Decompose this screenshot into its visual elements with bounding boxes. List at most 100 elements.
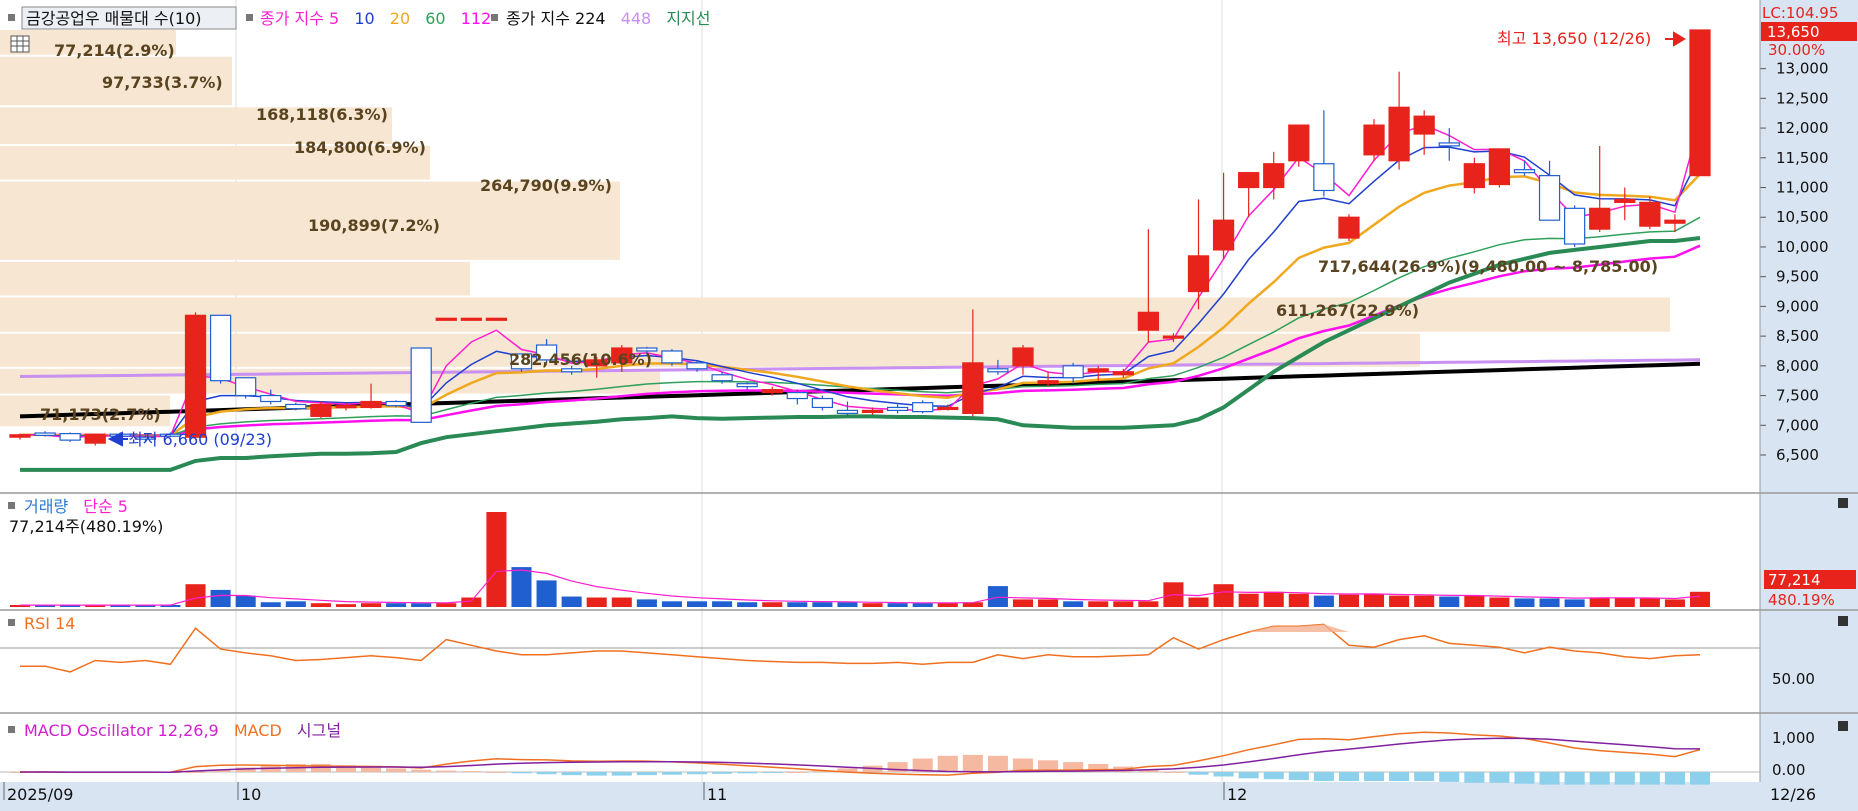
volume-bar: [1088, 601, 1109, 607]
macd-histogram-bar: [1489, 772, 1510, 783]
macd-histogram-bar: [486, 772, 507, 773]
volume-bar: [912, 603, 933, 607]
macd-histogram-bar: [586, 772, 607, 776]
price-tick-label: 8,500: [1776, 327, 1819, 345]
macd-histogram-bar: [787, 772, 808, 773]
candle-body: [1212, 219, 1235, 251]
volume-bar: [787, 602, 808, 607]
x-axis-label: 10: [241, 785, 261, 804]
low-annotation: 최저 6,660 (09/23): [128, 430, 272, 449]
price-tick-label: 13,000: [1776, 60, 1829, 78]
volume-bar: [937, 603, 958, 607]
volume-profile-label: 168,118(6.3%): [256, 105, 388, 124]
macd-histogram-bar: [1564, 772, 1585, 785]
macd-histogram-bar: [1389, 772, 1410, 781]
volume-bar: [1564, 599, 1585, 607]
rsi-title[interactable]: RSI 14: [24, 614, 75, 633]
macd-histogram-bar: [1213, 772, 1234, 777]
volume-bar: [1213, 584, 1234, 607]
candle-body: [861, 409, 884, 414]
price-tick-label: 6,500: [1776, 446, 1819, 464]
volume-bar: [1364, 593, 1385, 607]
candle-body: [811, 397, 834, 409]
ma224-legend[interactable]: 종가 지수 224 448 지지선: [506, 9, 711, 28]
candle-body: [1288, 124, 1310, 162]
rsi-close-icon[interactable]: [1838, 616, 1848, 626]
volume-bar: [285, 601, 306, 607]
macd-square-icon: [8, 726, 15, 733]
candle-body: [1087, 368, 1109, 373]
volume-bar: [561, 596, 582, 607]
x-axis-label: 2025/09: [7, 785, 73, 804]
volume-bar: [1038, 599, 1059, 607]
volume-bar: [310, 603, 331, 607]
candle-body: [987, 368, 1009, 373]
current-price: 13,650: [1767, 23, 1820, 41]
volume-axis-value: 77,214: [1768, 571, 1821, 589]
macd-histogram-bar: [712, 772, 733, 774]
volume-bar: [812, 602, 833, 607]
price-tick-label: 12,000: [1776, 119, 1829, 137]
chart-title[interactable]: 금강공업우 매물대 수(10): [26, 9, 202, 28]
macd-histogram-bar: [962, 754, 983, 772]
volume-bar: [661, 601, 682, 607]
ma-square-icon: [246, 14, 253, 21]
volume-bar: [235, 595, 256, 607]
x-axis-last-date: 12/26: [1770, 785, 1816, 804]
volume-bar: [1188, 597, 1209, 607]
signal-label: 시그널: [297, 721, 341, 740]
macd-histogram-bar: [661, 772, 682, 775]
volume-bar: [1439, 596, 1460, 607]
candle-body: [736, 383, 758, 388]
candle-body: [385, 400, 407, 407]
candle-body: [1488, 148, 1511, 186]
candle-body: [1538, 175, 1561, 221]
volume-profile-label: 97,733(3.7%): [102, 73, 223, 92]
volume-bar: [1514, 598, 1535, 607]
candle-body: [9, 434, 31, 438]
volume-bar: [461, 597, 482, 607]
macd-histogram-bar: [1639, 772, 1660, 785]
table-icon[interactable]: [10, 35, 30, 53]
stock-chart[interactable]: 77,214(2.9%) 97,733(3.7%) 168,118(6.3%) 184…: [0, 0, 1858, 811]
volume-bar: [1138, 601, 1159, 607]
macd-histogram-bar: [937, 755, 958, 772]
title-square-icon: [8, 14, 15, 21]
volume-title: 거래량: [24, 497, 68, 516]
macd-histogram-bar: [611, 772, 632, 776]
volume-bar: [686, 601, 708, 607]
volume-bar: [1639, 598, 1660, 607]
macd-close-icon[interactable]: [1838, 721, 1848, 731]
rsi-tick: 50.00: [1772, 670, 1815, 688]
volume-bar: [1414, 595, 1435, 607]
volume-close-icon[interactable]: [1838, 498, 1848, 508]
volume-bar: [411, 603, 432, 607]
ma112-label: 112: [461, 9, 492, 28]
macd-histogram-bar: [636, 772, 657, 776]
volume-bar: [536, 580, 557, 607]
price-tick-label: 7,000: [1776, 416, 1819, 434]
macd-histogram-bar: [1238, 772, 1259, 779]
volume-bar: [1664, 599, 1685, 607]
candle-body: [962, 362, 984, 414]
volume-bar: [1338, 594, 1359, 607]
volume-bar: [862, 603, 883, 607]
macd-histogram-bar: [1464, 772, 1485, 783]
macd-histogram-bar: [436, 770, 457, 772]
volume-bar: [837, 602, 858, 607]
candle-body: [1513, 169, 1536, 174]
candle-body: [1162, 335, 1185, 339]
candle-body: [1187, 255, 1210, 293]
macd-histogram-bar: [1364, 772, 1385, 781]
candle-body: [711, 374, 733, 382]
macd-histogram-bar: [987, 755, 1008, 772]
macd-label: MACD: [234, 721, 282, 740]
candle-body: [435, 317, 457, 321]
macd-histogram-bar: [1689, 772, 1711, 785]
volume-bar: [737, 602, 758, 607]
macd-histogram-bar: [1163, 772, 1184, 773]
ma448-label: 448: [621, 9, 652, 28]
candle-body: [184, 314, 207, 438]
price-tick-label: 9,500: [1776, 268, 1819, 286]
macd-tick-zero: 0.00: [1772, 761, 1805, 779]
